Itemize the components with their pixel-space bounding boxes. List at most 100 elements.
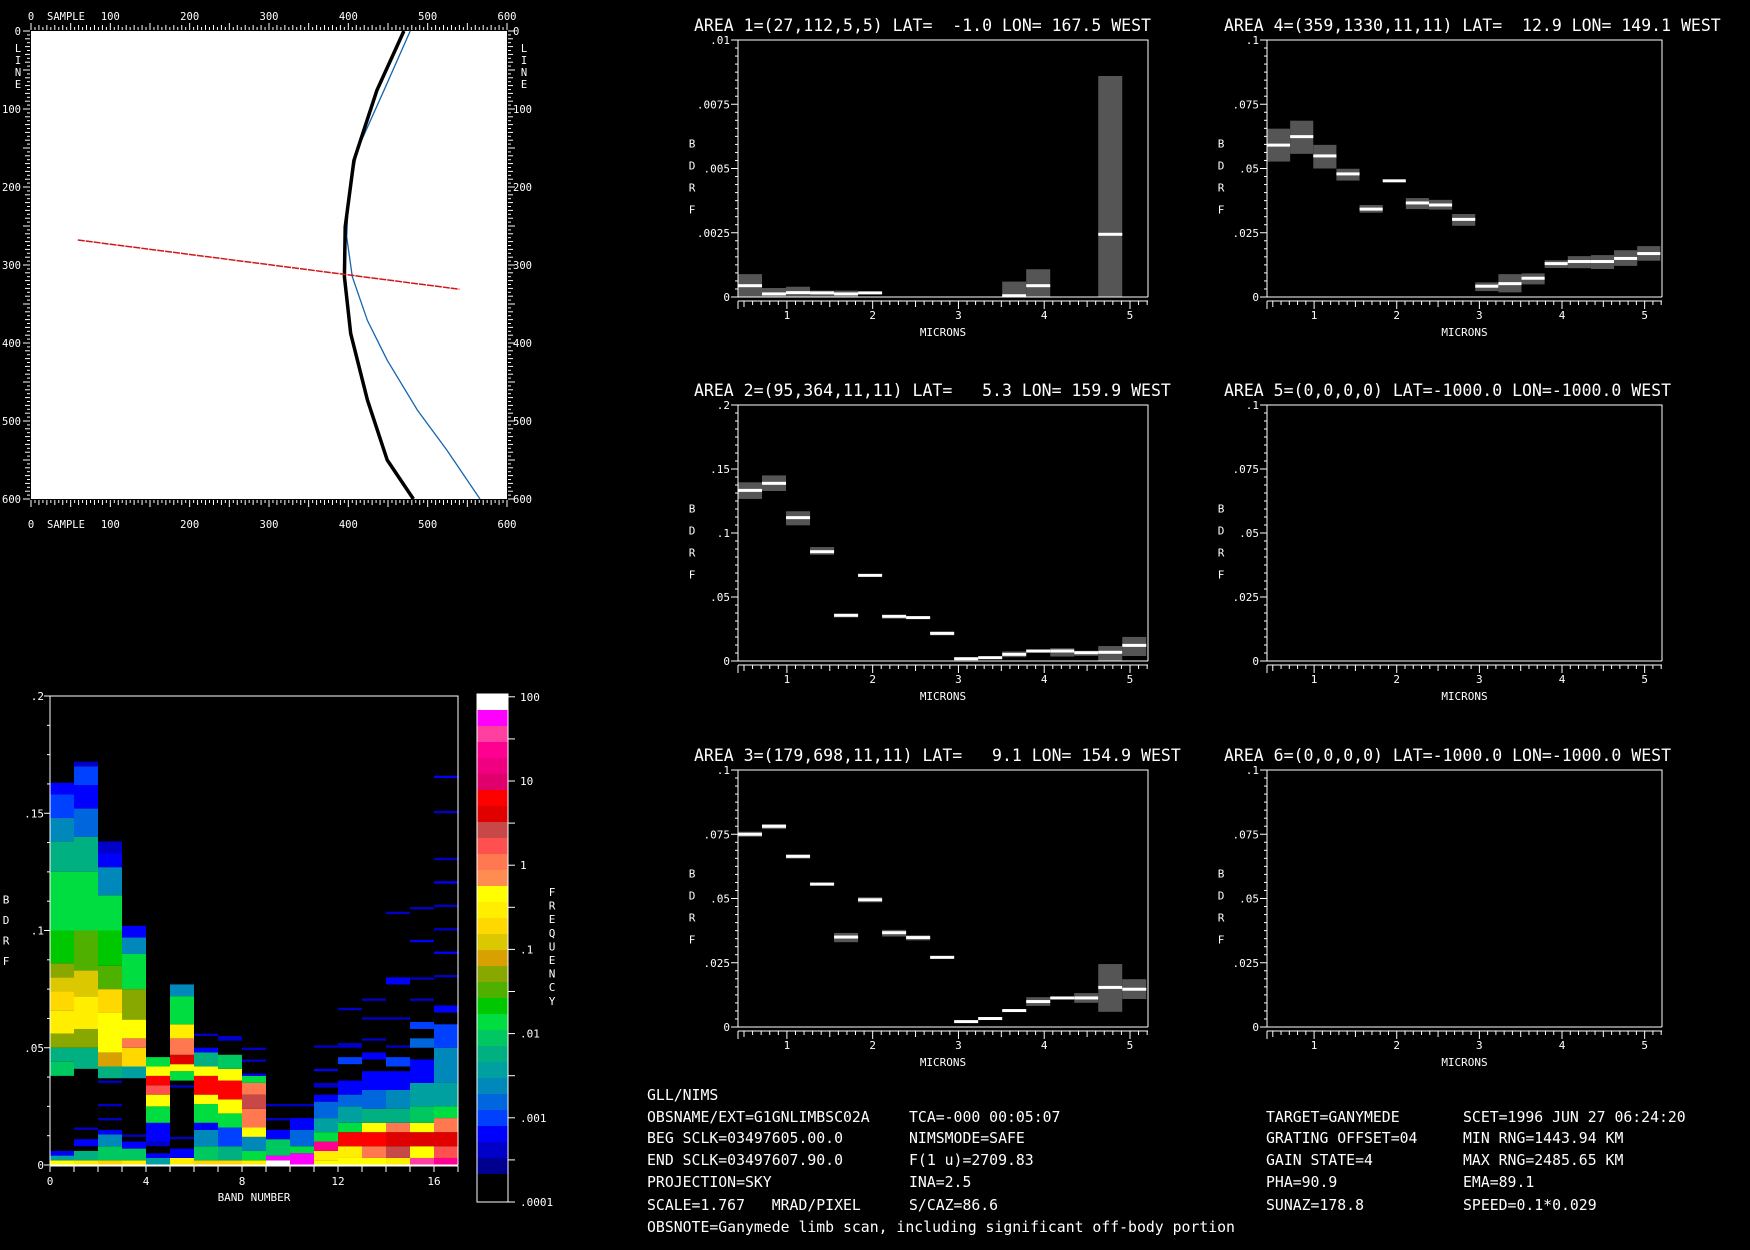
bdrf-tick-label: .05 [1239, 527, 1259, 540]
colorbar-swatch [477, 838, 508, 854]
histogram-cell [314, 1150, 338, 1161]
histogram-cell [218, 1068, 242, 1081]
info-speed: SPEED=0.1*0.029 [1463, 1197, 1597, 1214]
band-mean-marker [954, 1020, 979, 1024]
micron-axis-label: MICRONS [1441, 326, 1487, 339]
histogram-cell [410, 907, 434, 910]
histogram-cell [410, 1132, 434, 1147]
bdrf-tick-label: .1 [1246, 34, 1259, 47]
band-mean-marker [834, 613, 859, 617]
histogram-cell [338, 1007, 362, 1011]
micron-tick-label: 4 [1559, 1039, 1566, 1052]
band-mean-marker [906, 936, 931, 940]
histogram-cell [170, 996, 194, 1025]
histogram-cell [410, 1082, 434, 1107]
sample-tick-label: 500 [418, 519, 437, 531]
histogram-cell [242, 1075, 266, 1083]
bdrf-tick-label: .075 [1233, 98, 1260, 111]
colorbar-swatch [477, 1062, 508, 1078]
colorbar-swatch [477, 854, 508, 870]
line-tick-label: 400 [513, 338, 532, 350]
bdrf-tick-label: .15 [24, 807, 44, 820]
histogram-cell [74, 871, 98, 931]
micron-tick-label: 1 [784, 673, 791, 686]
histogram-cell [194, 1129, 218, 1147]
micron-tick-label: 4 [1041, 673, 1048, 686]
info-obsnote: OBSNOTE=Ganymede limb scan, including si… [647, 1219, 1235, 1236]
sample-tick-label: 400 [339, 519, 358, 531]
footprint-map: 1 234001001002002003003004004005005006006… [2, 11, 532, 531]
histogram-cell [74, 1028, 98, 1048]
bdrf-tick-label: .005 [704, 163, 731, 176]
band-tick-label: 8 [239, 1175, 246, 1188]
bdrf-tick-label: .025 [1233, 957, 1260, 970]
line-tick-label: 300 [513, 260, 532, 272]
histogram-cell [218, 1113, 242, 1128]
histogram-cell [50, 1047, 74, 1062]
band-mean-marker [786, 516, 811, 520]
band-mean-marker [1122, 643, 1147, 647]
colorbar-swatch [477, 934, 508, 950]
band-mean-marker [1026, 284, 1051, 288]
histogram-cell [410, 1021, 434, 1029]
line-tick-label: 600 [2, 494, 21, 506]
histogram-cell [242, 1160, 266, 1165]
band-mean-marker [1290, 135, 1314, 139]
histogram-cell [218, 1127, 242, 1147]
band-mean-marker [762, 824, 787, 828]
histogram-cell [194, 1033, 218, 1037]
histogram-cell [170, 984, 194, 997]
histogram-cell [194, 1104, 218, 1123]
histogram-cell [410, 998, 434, 1001]
colorbar-swatch [477, 758, 508, 774]
histogram-cell [362, 1108, 386, 1123]
histogram-cell [434, 775, 458, 779]
sample-tick-label: 200 [180, 519, 199, 531]
histogram-cell [434, 928, 458, 931]
micron-tick-label: 2 [1393, 673, 1400, 686]
histogram-cell [410, 939, 434, 943]
bdrf-tick-label: 0 [723, 1021, 730, 1034]
area-marker: 1 [348, 277, 354, 288]
colorbar-swatch [477, 1030, 508, 1046]
histogram-cell [194, 1122, 218, 1130]
micron-tick-label: 5 [1641, 673, 1648, 686]
histogram-cell [434, 810, 458, 814]
bdrf-tick-label: .05 [1239, 163, 1259, 176]
histogram-cell [338, 1080, 362, 1095]
histogram-cell [434, 1047, 458, 1083]
histogram-cell [290, 1104, 314, 1107]
histogram-cell [146, 1057, 170, 1067]
histogram-cell [98, 989, 122, 1013]
info-solar-flux: F(1 u)=2709.83 [909, 1152, 1034, 1169]
bdrf-tick-label: 0 [723, 655, 730, 668]
band-mean-marker [930, 631, 955, 635]
histogram-cell [98, 853, 122, 868]
colorbar-swatch [477, 982, 508, 998]
histogram-cell [194, 1075, 218, 1095]
histogram-cell [146, 1122, 170, 1142]
nims-plot-canvas: 1 234001001002002003003004004005005006006… [0, 11, 1721, 1236]
info-obsname: OBSNAME/EXT=G1GNLIMBSC02A [647, 1109, 870, 1126]
band-mean-marker [810, 291, 835, 295]
histogram-cell [50, 1150, 74, 1156]
histogram-cell [170, 1136, 194, 1140]
histogram-cell [290, 1129, 314, 1147]
histogram-cell [98, 895, 122, 931]
histogram-cell [386, 1108, 410, 1123]
area-5-title: AREA 5=(0,0,0,0) LAT=-1000.0 LON=-1000.0… [1224, 381, 1671, 400]
histogram-cell [242, 1127, 266, 1137]
histogram-cell [434, 951, 458, 954]
histogram-cell [434, 1005, 458, 1013]
histogram-cell [146, 1066, 170, 1076]
info-grating-offset: GRATING OFFSET=04 [1266, 1130, 1418, 1147]
histogram-cell [98, 1134, 122, 1147]
line-axis-label: LINE [12, 43, 24, 91]
micron-tick-label: 2 [1393, 309, 1400, 322]
colorbar-swatch [477, 918, 508, 934]
histogram-cell [194, 1066, 218, 1076]
histogram-cell [362, 1052, 386, 1060]
bdrf-tick-label: 0 [37, 1159, 44, 1172]
colorbar-swatch [477, 694, 508, 710]
histogram-cell [362, 1071, 386, 1090]
